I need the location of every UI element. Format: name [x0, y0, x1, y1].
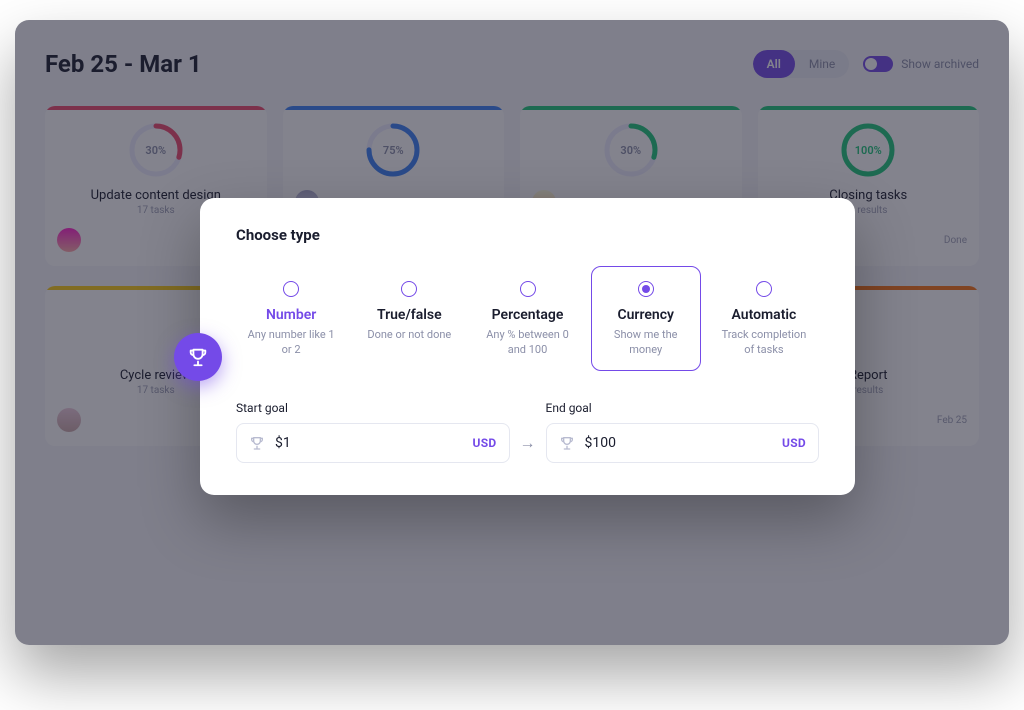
- type-option-automatic[interactable]: Automatic Track completion of tasks: [709, 266, 819, 371]
- type-option-truefalse[interactable]: True/false Done or not done: [354, 266, 464, 371]
- radio-icon: [401, 281, 417, 297]
- app-window: Feb 25 - Mar 1 All Mine Show archived: [15, 20, 1009, 645]
- type-name: True/false: [361, 307, 457, 323]
- trophy-badge-icon: [174, 333, 222, 381]
- type-name: Currency: [598, 307, 694, 323]
- radio-icon: [520, 281, 536, 297]
- end-goal-value[interactable]: $100: [585, 435, 773, 451]
- start-goal-input[interactable]: $1 USD: [236, 423, 510, 463]
- type-desc: Track completion of tasks: [716, 327, 812, 358]
- choose-type-modal: Choose type Number Any number like 1 or …: [200, 198, 855, 495]
- currency-unit[interactable]: USD: [782, 436, 806, 450]
- end-goal-input[interactable]: $100 USD: [546, 423, 820, 463]
- type-desc: Show me the money: [598, 327, 694, 358]
- end-goal-label: End goal: [546, 401, 820, 415]
- radio-icon: [638, 281, 654, 297]
- goal-inputs: Start goal $1 USD → End goal: [236, 401, 819, 463]
- type-desc: Any number like 1 or 2: [243, 327, 339, 358]
- type-desc: Any % between 0 and 100: [479, 327, 575, 358]
- start-goal-label: Start goal: [236, 401, 510, 415]
- radio-icon: [283, 281, 299, 297]
- modal-title: Choose type: [236, 226, 819, 244]
- type-option-currency[interactable]: Currency Show me the money: [591, 266, 701, 371]
- type-option-number[interactable]: Number Any number like 1 or 2: [236, 266, 346, 371]
- type-name: Automatic: [716, 307, 812, 323]
- start-goal-value[interactable]: $1: [275, 435, 463, 451]
- type-name: Number: [243, 307, 339, 323]
- currency-unit[interactable]: USD: [473, 436, 497, 450]
- type-desc: Done or not done: [361, 327, 457, 342]
- type-options: Number Any number like 1 or 2 True/false…: [236, 266, 819, 371]
- arrow-right-icon: →: [520, 423, 536, 463]
- trophy-icon: [559, 435, 575, 451]
- radio-icon: [756, 281, 772, 297]
- type-option-percentage[interactable]: Percentage Any % between 0 and 100: [472, 266, 582, 371]
- type-name: Percentage: [479, 307, 575, 323]
- trophy-icon: [249, 435, 265, 451]
